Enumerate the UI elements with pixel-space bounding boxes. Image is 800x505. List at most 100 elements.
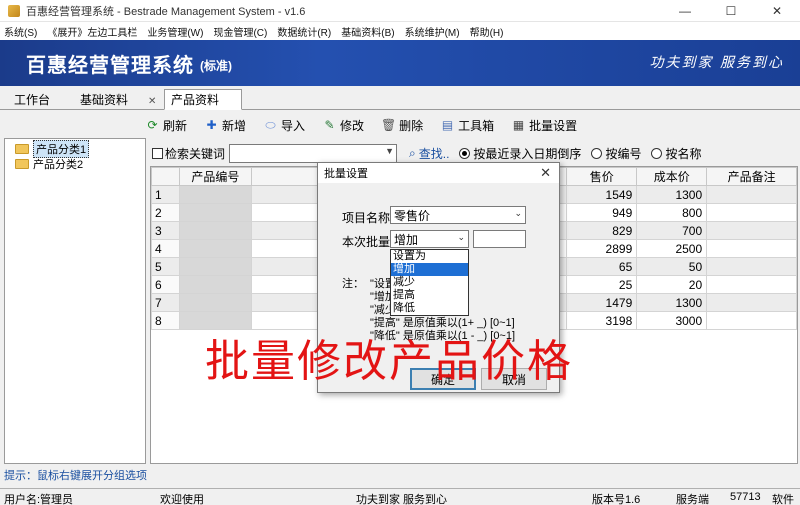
row-number: 7 (151, 293, 180, 312)
tab-label: 工作台 (14, 93, 51, 107)
row-number-header (151, 167, 180, 186)
find-button[interactable]: ⌕ 查找.. (409, 145, 449, 162)
cell-remark[interactable] (706, 311, 797, 330)
batch-mode-select[interactable]: 增加 ⌄ (390, 230, 469, 248)
close-icon: ✕ (148, 95, 157, 107)
status-welcome: 欢迎使用 (160, 494, 204, 505)
cell-code[interactable] (178, 293, 252, 312)
overlay-caption: 批量修改产品价格 (205, 336, 573, 387)
tab-product-data[interactable]: 产品资料 (164, 89, 243, 110)
refresh-icon: ⟳ (147, 118, 158, 132)
menu-help[interactable]: 帮助(H) (470, 24, 504, 39)
menu-expand-toolbar[interactable]: 《展开》左边工具栏 (47, 24, 137, 39)
window-controls: — ☐ ✕ (662, 0, 800, 22)
maximize-button[interactable]: ☐ (708, 0, 754, 22)
cell-remark[interactable] (706, 257, 797, 276)
menu-bar: 系统(S) 《展开》左边工具栏 业务管理(W) 现金管理(C) 数据统计(R) … (0, 22, 800, 40)
dropdown-option[interactable]: 减少 (391, 276, 468, 289)
column-header-price[interactable]: 售价 (566, 167, 638, 186)
cell-code[interactable] (178, 275, 252, 294)
sort-by-date-radio[interactable]: 按最近录入日期倒序 (459, 145, 581, 162)
cell-remark[interactable] (706, 293, 797, 312)
dropdown-option-selected[interactable]: 增加 (391, 263, 468, 276)
column-header-code[interactable]: 产品编号 (178, 167, 252, 186)
refresh-button[interactable]: ⟳ 刷新 (146, 117, 187, 134)
menu-business[interactable]: 业务管理(W) (147, 24, 203, 39)
refresh-label: 刷新 (163, 118, 188, 133)
edit-icon: ✎ (324, 118, 335, 132)
batch-icon: ▦ (512, 118, 525, 132)
dialog-titlebar: 批量设置 (318, 163, 559, 183)
column-header-cost[interactable]: 成本价 (636, 167, 708, 186)
status-bar: 用户名:管理员 欢迎使用 功夫到家 服务到心 版本号1.6 服务端 57713 … (0, 488, 800, 505)
menu-statistics[interactable]: 数据统计(R) (277, 24, 331, 39)
cell-price[interactable]: 2899 (566, 239, 638, 258)
cell-price[interactable]: 1549 (566, 185, 638, 204)
cell-cost[interactable]: 1300 (636, 185, 708, 204)
cell-remark[interactable] (706, 185, 797, 204)
menu-system[interactable]: 系统(S) (4, 24, 37, 39)
menu-maintenance[interactable]: 系统维护(M) (405, 24, 460, 39)
cell-cost[interactable]: 800 (636, 203, 708, 222)
cell-cost[interactable]: 1300 (636, 293, 708, 312)
add-button[interactable]: ✚ 新增 (205, 117, 246, 134)
cell-code[interactable] (178, 257, 252, 276)
keyword-checkbox[interactable] (152, 147, 163, 159)
banner-slogan: 功夫到家 服务到心 (649, 55, 784, 71)
menu-basic-data[interactable]: 基础资料(B) (341, 24, 394, 39)
batch-settings-button[interactable]: ▦ 批量设置 (512, 117, 577, 134)
cell-code[interactable] (178, 221, 252, 240)
cell-cost[interactable]: 3000 (636, 311, 708, 330)
cell-code[interactable] (178, 203, 252, 222)
radio-icon (591, 147, 603, 159)
cell-remark[interactable] (706, 221, 797, 240)
toolbox-label: 工具箱 (458, 118, 495, 133)
cell-price[interactable]: 25 (566, 275, 638, 294)
delete-label: 删除 (399, 118, 424, 133)
cell-price[interactable]: 829 (566, 221, 638, 240)
dropdown-option[interactable]: 设置为 (391, 250, 468, 263)
keyword-input[interactable]: ▼ (229, 143, 398, 163)
import-button[interactable]: ⬭ 导入 (264, 117, 305, 134)
item-name-select[interactable]: 零售价 ⌄ (390, 206, 526, 224)
cell-cost[interactable]: 700 (636, 221, 708, 240)
status-slogan: 功夫到家 服务到心 (356, 494, 448, 505)
cell-remark[interactable] (706, 275, 797, 294)
minimize-button[interactable]: — (662, 0, 708, 22)
import-icon: ⬭ (265, 118, 276, 132)
cell-price[interactable]: 65 (566, 257, 638, 276)
tab-workbench[interactable]: 工作台 (14, 89, 50, 110)
tree-item-category1[interactable]: 产品分类1 (5, 139, 145, 158)
tab-basic-data[interactable]: 基础资料 (80, 89, 128, 110)
row-number: 3 (151, 221, 180, 240)
batch-amount-input[interactable] (473, 230, 526, 248)
cell-cost[interactable]: 50 (636, 257, 708, 276)
cell-remark[interactable] (706, 203, 797, 222)
dropdown-option[interactable]: 提高 (391, 289, 468, 302)
cell-price[interactable]: 1479 (566, 293, 638, 312)
trash-icon: 🗑 (380, 118, 397, 132)
edit-button[interactable]: ✎ 修改 (323, 117, 365, 134)
sort-by-name-radio[interactable]: 按名称 (651, 145, 701, 162)
dropdown-option[interactable]: 降低 (391, 302, 468, 315)
cell-cost[interactable]: 2500 (636, 239, 708, 258)
tree-item-category2[interactable]: 产品分类2 (5, 156, 145, 171)
cell-cost[interactable]: 20 (636, 275, 708, 294)
cell-remark[interactable] (706, 239, 797, 258)
cell-price[interactable]: 949 (566, 203, 638, 222)
menu-cash[interactable]: 现金管理(C) (213, 24, 267, 39)
cell-code[interactable] (178, 239, 252, 258)
note-prefix: 注： (342, 278, 364, 290)
close-window-button[interactable]: ✕ (754, 0, 800, 22)
sort-by-code-radio[interactable]: 按编号 (591, 145, 641, 162)
tree-hint: 提示：鼠标右键展开分组选项 (4, 470, 147, 482)
system-edition: (标准) (200, 58, 232, 73)
column-header-remark[interactable]: 产品备注 (706, 167, 797, 186)
tab-label: 产品资料 (171, 93, 220, 107)
cell-price[interactable]: 3198 (566, 311, 638, 330)
cell-code[interactable] (178, 185, 252, 204)
toolbox-button[interactable]: ▤ 工具箱 (441, 117, 494, 134)
category-tree: 产品分类1 产品分类2 (4, 138, 146, 464)
close-icon[interactable]: ✕ (540, 165, 551, 181)
delete-button[interactable]: 🗑 删除 (380, 117, 424, 134)
